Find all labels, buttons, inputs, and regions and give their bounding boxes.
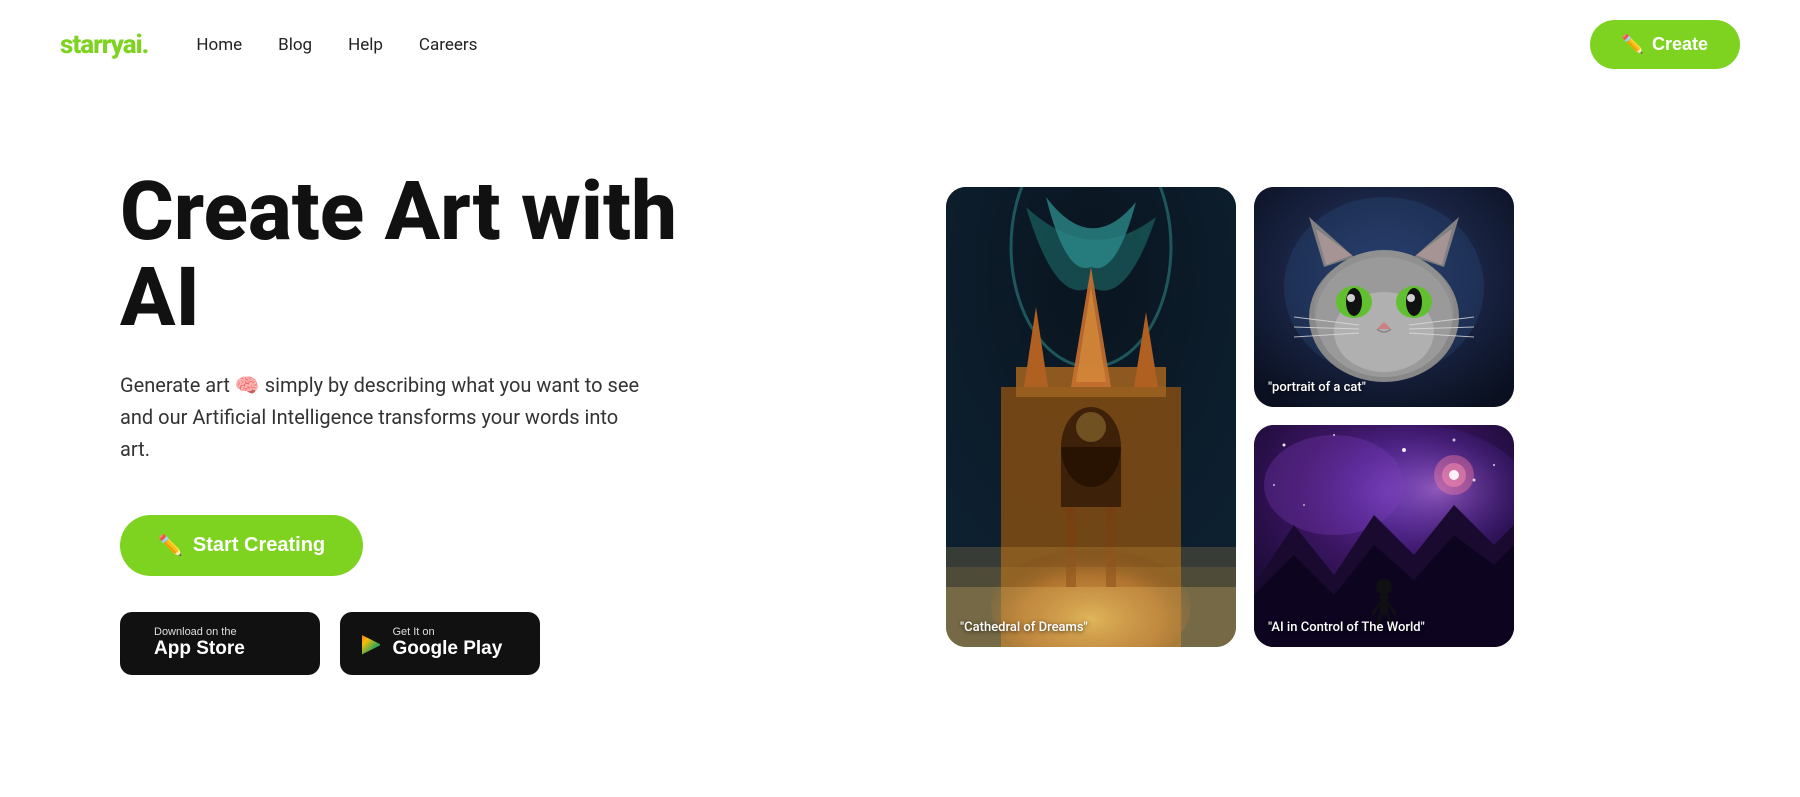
- start-icon: ✏️: [158, 533, 183, 558]
- navbar-left: starryai. Home Blog Help Careers: [60, 30, 477, 60]
- start-creating-button[interactable]: ✏️ Start Creating: [120, 515, 363, 576]
- navbar: starryai. Home Blog Help Careers ✏️ Crea…: [0, 0, 1800, 89]
- main-content: Create Art with AI Generate art 🧠 simply…: [0, 89, 1800, 715]
- nav-link-blog[interactable]: Blog: [278, 35, 312, 55]
- art-card-cat-label: "portrait of a cat": [1268, 380, 1500, 395]
- google-play-button[interactable]: ▶ Get It on Google Play: [340, 612, 540, 675]
- store-buttons: Download on the App Store ▶ Get It on Go…: [120, 612, 680, 675]
- art-card-cathedral-label: "Cathedral of Dreams": [960, 620, 1222, 635]
- logo-dot: .: [142, 30, 149, 60]
- logo: starryai.: [60, 30, 148, 60]
- logo-text: starryai: [60, 30, 142, 60]
- art-card-ai-world: "AI in Control of The World": [1254, 425, 1514, 647]
- nav-link-help[interactable]: Help: [348, 35, 383, 55]
- nav-link-careers[interactable]: Careers: [419, 35, 477, 55]
- start-label: Start Creating: [193, 534, 325, 557]
- nav-item-help[interactable]: Help: [348, 35, 383, 55]
- hero-title: Create Art with AI: [120, 169, 680, 341]
- google-play-large: Google Play: [392, 638, 502, 661]
- create-icon: ✏️: [1622, 34, 1644, 55]
- google-play-text: Get It on Google Play: [392, 626, 502, 661]
- hero-subtitle: Generate art 🧠 simply by describing what…: [120, 369, 640, 465]
- app-store-small: Download on the: [154, 626, 237, 638]
- right-column: "portrait of a cat": [1254, 187, 1514, 647]
- create-button[interactable]: ✏️ Create: [1590, 20, 1740, 69]
- hero-right: "Cathedral of Dreams": [760, 177, 1700, 647]
- subtitle-part1: Generate art: [120, 373, 235, 397]
- art-card-cat: "portrait of a cat": [1254, 187, 1514, 407]
- hero-left: Create Art with AI Generate art 🧠 simply…: [120, 149, 680, 675]
- create-label: Create: [1652, 34, 1708, 55]
- app-store-large: App Store: [154, 638, 245, 661]
- art-grid: "Cathedral of Dreams": [946, 187, 1514, 647]
- nav-link-home[interactable]: Home: [196, 35, 242, 55]
- nav-links: Home Blog Help Careers: [196, 35, 477, 55]
- art-card-cathedral: "Cathedral of Dreams": [946, 187, 1236, 647]
- nav-item-careers[interactable]: Careers: [419, 35, 477, 55]
- app-store-text: Download on the App Store: [154, 626, 245, 661]
- nav-item-home[interactable]: Home: [196, 35, 242, 55]
- art-card-ai-world-label: "AI in Control of The World": [1268, 620, 1500, 635]
- google-play-small: Get It on: [392, 626, 434, 638]
- app-store-button[interactable]: Download on the App Store: [120, 612, 320, 675]
- brain-emoji: 🧠: [235, 373, 260, 397]
- google-play-icon: ▶: [362, 629, 380, 658]
- nav-item-blog[interactable]: Blog: [278, 35, 312, 55]
